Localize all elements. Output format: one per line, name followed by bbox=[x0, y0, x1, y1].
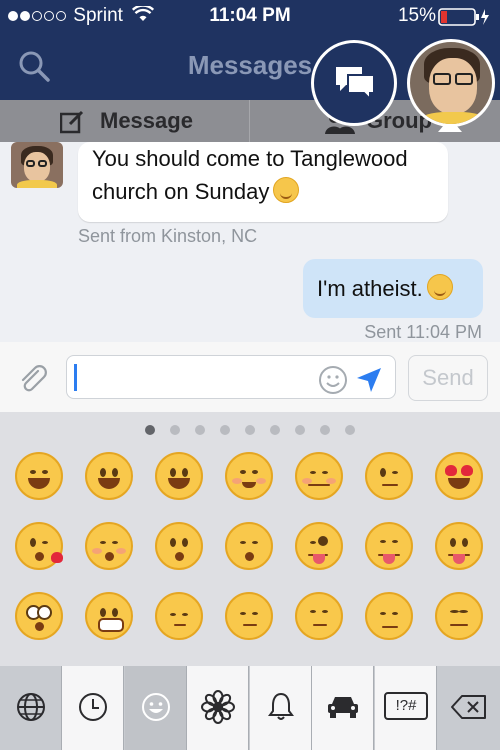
smiley-face-icon bbox=[142, 693, 170, 721]
status-bar: Sprint 11:04 PM 15% bbox=[0, 0, 500, 32]
incoming-message-bubble: You should come to Tanglewood church on … bbox=[78, 142, 448, 222]
outgoing-message-text: I'm atheist. bbox=[317, 276, 423, 301]
relaxed-emoji-icon[interactable] bbox=[295, 452, 343, 500]
page-dot bbox=[295, 425, 305, 435]
tongue-squint-emoji-icon[interactable] bbox=[365, 522, 413, 570]
smiley-emoji-icon[interactable] bbox=[85, 452, 133, 500]
symbols-icon: !?# bbox=[384, 692, 428, 720]
battery-charging-icon bbox=[438, 8, 489, 26]
location-arrow-icon[interactable] bbox=[355, 366, 383, 394]
kissing-emoji-icon[interactable] bbox=[155, 522, 203, 570]
page-dot bbox=[145, 425, 155, 435]
relieved-emoji-icon[interactable] bbox=[225, 592, 273, 640]
smiling-eyes-emoji-icon bbox=[426, 274, 453, 300]
bell-icon bbox=[268, 692, 294, 720]
grinning-smiling-eyes-emoji-icon[interactable] bbox=[15, 452, 63, 500]
kissing-smiling-eyes-emoji-icon[interactable] bbox=[225, 522, 273, 570]
page-dot bbox=[270, 425, 280, 435]
grinning-emoji-icon[interactable] bbox=[155, 452, 203, 500]
tab-message[interactable]: Message bbox=[100, 108, 193, 134]
symbols-label: !?# bbox=[395, 697, 417, 714]
page-dot bbox=[220, 425, 230, 435]
smiley-icon[interactable] bbox=[318, 365, 348, 395]
incoming-message-meta: Sent from Kinston, NC bbox=[78, 226, 258, 246]
wink-emoji-icon[interactable] bbox=[365, 452, 413, 500]
unamused-emoji-icon[interactable] bbox=[295, 592, 343, 640]
globe-key[interactable] bbox=[0, 666, 62, 750]
flushed-emoji-icon[interactable] bbox=[15, 592, 63, 640]
recent-clock-icon bbox=[79, 693, 107, 721]
battery-percent: 15% bbox=[397, 5, 436, 26]
send-button[interactable]: Send bbox=[408, 355, 488, 401]
smiling-eyes-emoji-icon[interactable] bbox=[225, 452, 273, 500]
tongue-wink-emoji-icon[interactable] bbox=[295, 522, 343, 570]
smileys-key[interactable] bbox=[125, 666, 187, 750]
tongue-emoji-icon[interactable] bbox=[435, 522, 483, 570]
paperclip-icon[interactable] bbox=[16, 362, 50, 396]
compose-icon bbox=[60, 110, 84, 134]
kissing-closed-eyes-emoji-icon[interactable] bbox=[85, 522, 133, 570]
page-dot bbox=[170, 425, 180, 435]
recent-key[interactable] bbox=[62, 666, 124, 750]
chat-head-avatar[interactable] bbox=[407, 39, 495, 127]
smiling-eyes-emoji-icon bbox=[273, 177, 300, 203]
sender-avatar bbox=[11, 142, 63, 188]
objects-key[interactable] bbox=[250, 666, 312, 750]
car-icon bbox=[328, 697, 358, 718]
page-dot bbox=[195, 425, 205, 435]
places-key[interactable] bbox=[312, 666, 374, 750]
symbols-key[interactable]: !?# bbox=[375, 666, 437, 750]
disappointed-emoji-icon[interactable] bbox=[365, 592, 413, 640]
text-caret bbox=[74, 364, 77, 391]
chat-bubbles-icon bbox=[336, 67, 375, 101]
grimacing-emoji-icon[interactable] bbox=[85, 592, 133, 640]
pensive-emoji-icon[interactable] bbox=[155, 592, 203, 640]
outgoing-message-meta: Sent 11:04 PM bbox=[364, 322, 482, 342]
globe-icon bbox=[17, 693, 45, 721]
outgoing-message-bubble: I'm atheist. bbox=[303, 259, 483, 318]
page-dot bbox=[345, 425, 355, 435]
delete-key[interactable] bbox=[437, 666, 499, 750]
heart-eyes-emoji-icon[interactable] bbox=[435, 452, 483, 500]
chat-heads-messages-button[interactable] bbox=[311, 40, 397, 126]
incoming-message-line2: church on Sunday bbox=[92, 179, 270, 204]
flower-icon bbox=[201, 690, 235, 724]
tab-divider bbox=[249, 100, 250, 142]
nature-key[interactable] bbox=[187, 666, 249, 750]
page-dot bbox=[320, 425, 330, 435]
page-dot bbox=[245, 425, 255, 435]
incoming-message-line1: You should come to Tanglewood bbox=[92, 146, 408, 171]
delete-backspace-icon bbox=[451, 695, 486, 719]
kissing-heart-emoji-icon[interactable] bbox=[15, 522, 63, 570]
confounded-emoji-icon[interactable] bbox=[435, 592, 483, 640]
